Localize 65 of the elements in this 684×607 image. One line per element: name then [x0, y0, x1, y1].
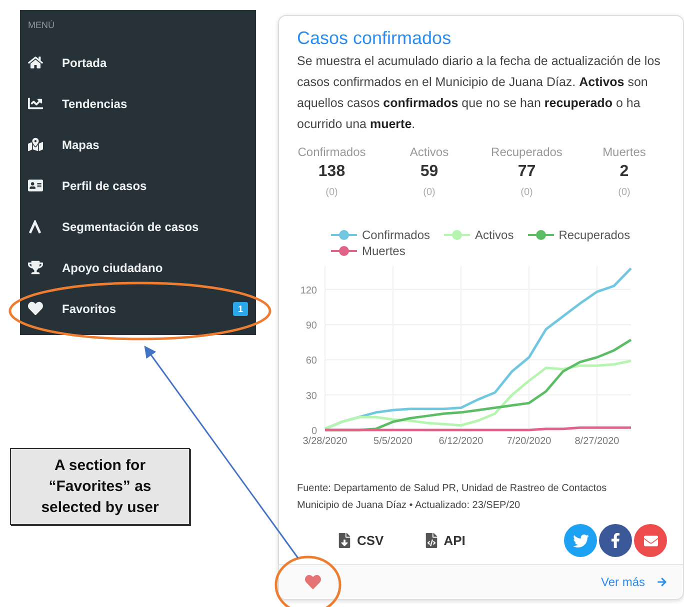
download-link[interactable]: API — [424, 533, 466, 548]
item-label: Apoyo ciudadano — [62, 260, 164, 274]
stat-label: Activos — [408, 145, 450, 159]
arrow-right-icon — [657, 577, 667, 587]
legend-label: Confirmados — [362, 228, 430, 242]
item-label: Mapas — [62, 138, 100, 152]
stat-value: 2 — [618, 163, 630, 181]
download-link[interactable]: CSV — [337, 533, 384, 548]
source-text: Municipio de Juana Díaz • Actualizado: 23/SEP/20 — [297, 499, 522, 513]
bird-icon — [572, 532, 588, 548]
sidebar-item[interactable]: Segmentación de casos — [20, 206, 256, 247]
email-share-button[interactable] — [634, 524, 667, 557]
favorite-heart-icon[interactable] — [305, 574, 321, 590]
file-download-icon — [337, 533, 352, 548]
x-tick-label: 5/5/2020 — [374, 436, 412, 447]
y-tick-label: 0 — [311, 426, 317, 437]
y-tick-label: 30 — [306, 390, 317, 402]
menu-heading: MENÚ — [27, 20, 56, 32]
twitter-share-button[interactable] — [564, 524, 597, 557]
home-icon — [28, 55, 43, 70]
stat-change: (0) — [617, 187, 632, 198]
item-label: Perfil de casos — [62, 178, 148, 192]
legend-label: Recuperados — [558, 228, 630, 242]
description: Se muestra el acumulado diario a la fecha de actualización de los casos confirmados en el Municipio de Juana Díaz. Activos son aquellos casos confirmados que no se han recuperado o ha ocurrido una muerte. — [297, 53, 662, 133]
stat-value: 59 — [419, 163, 440, 181]
legend-label: Activos — [475, 228, 514, 242]
stat-label: Muertes — [602, 145, 647, 159]
stat-value: 77 — [516, 163, 537, 181]
y-tick-label: 90 — [306, 320, 317, 332]
sidebar-item[interactable]: Portada — [20, 42, 256, 83]
branch-icon — [28, 220, 42, 234]
item-label: Tendencias — [62, 96, 128, 110]
card-title: Casos confirmados — [297, 28, 452, 49]
map-icon — [28, 137, 43, 152]
chart-icon — [28, 96, 43, 111]
stat-value: 138 — [317, 163, 346, 181]
callout-note: A section for “Favorites” as selected by user — [10, 448, 190, 525]
x-tick-label: 8/27/2020 — [574, 436, 620, 447]
item-label: Favoritos — [62, 302, 118, 316]
stat-label: Confirmados — [296, 145, 367, 159]
y-tick-label: 120 — [300, 285, 317, 296]
stat-label: Recuperados — [490, 145, 564, 159]
sidebar-item[interactable]: Perfil de casos — [20, 165, 256, 206]
heart-icon — [28, 301, 43, 316]
code-file-icon — [424, 533, 439, 548]
x-tick-label: 3/28/2020 — [302, 436, 348, 447]
item-label: Portada — [62, 56, 108, 70]
trophy-icon — [28, 260, 43, 275]
source-text: Fuente: Departamento de Salud PR, Unidad de Rastreo de Contactos — [297, 482, 608, 496]
stat-change: (0) — [520, 187, 534, 198]
sidebar-item[interactable]: Favoritos 1 — [20, 288, 256, 329]
id-card-icon — [28, 178, 43, 193]
count-badge: 1 — [232, 302, 248, 316]
legend-label: Muertes — [362, 244, 406, 258]
sidebar-item[interactable]: Apoyo ciudadano — [20, 247, 256, 288]
stat-change: (0) — [324, 187, 339, 198]
sidebar-item[interactable]: Tendencias — [20, 83, 256, 124]
envelope-icon — [644, 534, 658, 548]
y-tick-label: 60 — [306, 356, 317, 367]
x-tick-label: 6/12/2020 — [438, 436, 484, 447]
x-tick-label: 7/20/2020 — [506, 436, 552, 447]
item-label: Segmentación de casos — [62, 220, 200, 234]
facebook-share-button[interactable] — [599, 524, 632, 557]
sidebar-item[interactable]: Mapas — [20, 124, 256, 165]
stat-change: (0) — [422, 187, 436, 198]
